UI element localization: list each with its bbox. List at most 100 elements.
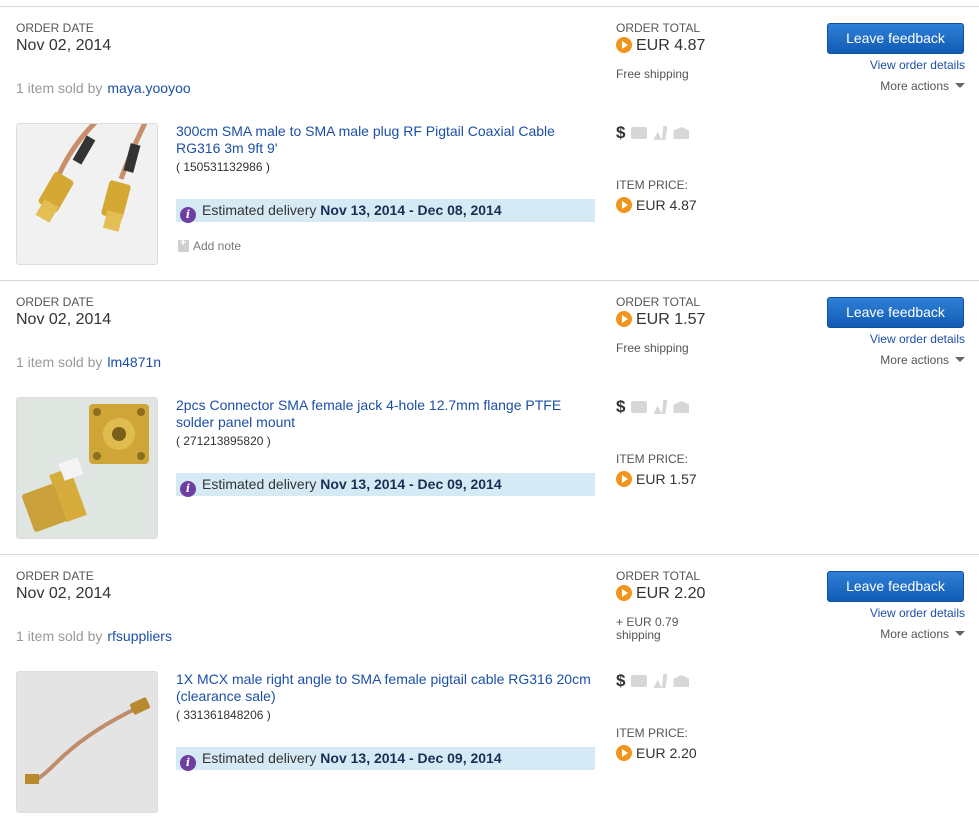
- order-card: ORDER DATE Nov 02, 2014 1 item sold by ma…: [0, 6, 979, 280]
- mcx-cable-image: [17, 672, 157, 812]
- sold-by: 1 item sold by rfsuppliers: [16, 628, 172, 644]
- view-order-details-link[interactable]: View order details: [870, 332, 965, 346]
- order-total: EUR 1.57: [616, 311, 705, 329]
- payment-icon: [631, 675, 648, 687]
- info-icon: i: [180, 755, 196, 771]
- payment-icon: [631, 401, 648, 413]
- item-price: EUR 2.20: [616, 745, 697, 761]
- order-date: Nov 02, 2014: [16, 37, 112, 54]
- feedback-icon: [673, 401, 690, 413]
- shipping-info: Free shipping: [616, 341, 689, 355]
- shipping-icon: [653, 400, 668, 414]
- coin-icon: [616, 585, 632, 601]
- order-total: EUR 2.20: [616, 585, 705, 603]
- item-number: ( 150531132986 ): [176, 160, 270, 174]
- delivery-banner: i Estimated delivery Nov 13, 2014 - Dec 0…: [176, 473, 595, 497]
- coin-icon: [616, 37, 632, 53]
- more-actions-dropdown[interactable]: More actions: [880, 353, 965, 367]
- item-title[interactable]: 300cm SMA male to SMA male plug RF Pigta…: [176, 123, 596, 157]
- dollar-icon: $: [616, 123, 626, 142]
- seller-link[interactable]: rfsuppliers: [107, 628, 172, 644]
- dollar-icon: $: [616, 671, 626, 690]
- delivery-range: Nov 13, 2014 - Dec 08, 2014: [320, 202, 502, 218]
- order-total-value: EUR 4.87: [636, 37, 706, 54]
- status-icons: $: [616, 671, 695, 691]
- add-note-link[interactable]: Add note: [178, 237, 242, 253]
- order-total-label: ORDER TOTAL: [616, 569, 701, 583]
- dollar-icon: $: [616, 397, 626, 416]
- order-total: EUR 4.87: [616, 37, 705, 55]
- sold-by: 1 item sold by maya.yooyoo: [16, 80, 191, 96]
- status-icons: $: [616, 123, 695, 143]
- coin-icon: [616, 471, 632, 487]
- delivery-label: Estimated delivery: [202, 750, 317, 766]
- shipping-icon: [653, 126, 668, 140]
- feedback-icon: [673, 127, 690, 139]
- item-price-value: EUR 1.57: [636, 471, 697, 487]
- order-total-value: EUR 1.57: [636, 311, 706, 328]
- seller-link[interactable]: maya.yooyoo: [107, 80, 190, 96]
- more-actions-label: More actions: [880, 627, 949, 641]
- leave-feedback-button[interactable]: Leave feedback: [827, 297, 964, 328]
- more-actions-dropdown[interactable]: More actions: [880, 79, 965, 93]
- item-price-value: EUR 4.87: [636, 197, 697, 213]
- sold-by-label: 1 item sold by: [16, 80, 103, 96]
- item-price: EUR 1.57: [616, 471, 697, 487]
- chevron-down-icon: [955, 357, 965, 362]
- order-total-label: ORDER TOTAL: [616, 21, 701, 35]
- delivery-range: Nov 13, 2014 - Dec 09, 2014: [320, 476, 502, 492]
- item-price-label: ITEM PRICE:: [616, 452, 689, 466]
- product-image[interactable]: [16, 671, 158, 813]
- product-image[interactable]: [16, 397, 158, 539]
- sold-by-label: 1 item sold by: [16, 628, 103, 644]
- order-date-label: ORDER DATE: [16, 21, 94, 35]
- order-card: ORDER DATE Nov 02, 2014 1 item sold by rf…: [0, 554, 979, 828]
- more-actions-dropdown[interactable]: More actions: [880, 627, 965, 641]
- item-number: ( 331361848206 ): [176, 708, 271, 722]
- order-total-label: ORDER TOTAL: [616, 295, 701, 309]
- more-actions-label: More actions: [880, 353, 949, 367]
- view-order-details-link[interactable]: View order details: [870, 58, 965, 72]
- delivery-banner: i Estimated delivery Nov 13, 2014 - Dec 0…: [176, 199, 595, 223]
- leave-feedback-button[interactable]: Leave feedback: [827, 23, 964, 54]
- order-date-label: ORDER DATE: [16, 295, 94, 309]
- order-date: Nov 02, 2014: [16, 311, 112, 328]
- sma-cable-image: [17, 124, 157, 264]
- item-title[interactable]: 1X MCX male right angle to SMA female pi…: [176, 671, 596, 705]
- order-total-value: EUR 2.20: [636, 585, 706, 602]
- item-price-label: ITEM PRICE:: [616, 178, 689, 192]
- add-note-label: Add note: [193, 239, 242, 253]
- item-price-label: ITEM PRICE:: [616, 726, 689, 740]
- info-icon: i: [180, 481, 196, 497]
- leave-feedback-button[interactable]: Leave feedback: [827, 571, 964, 602]
- info-icon: i: [180, 207, 196, 223]
- item-number: ( 271213895820 ): [176, 434, 271, 448]
- chevron-down-icon: [955, 631, 965, 636]
- seller-link[interactable]: lm4871n: [107, 354, 161, 370]
- sma-connector-image: [17, 398, 157, 538]
- item-price: EUR 4.87: [616, 197, 697, 213]
- sold-by: 1 item sold by lm4871n: [16, 354, 161, 370]
- shipping-icon: [653, 674, 668, 688]
- coin-icon: [616, 197, 632, 213]
- feedback-icon: [673, 675, 690, 687]
- delivery-label: Estimated delivery: [202, 202, 317, 218]
- item-price-value: EUR 2.20: [636, 745, 697, 761]
- status-icons: $: [616, 397, 695, 417]
- payment-icon: [631, 127, 648, 139]
- item-title[interactable]: 2pcs Connector SMA female jack 4-hole 12…: [176, 397, 596, 431]
- delivery-banner: i Estimated delivery Nov 13, 2014 - Dec 0…: [176, 747, 595, 771]
- order-date: Nov 02, 2014: [16, 585, 112, 602]
- order-date-label: ORDER DATE: [16, 569, 94, 583]
- chevron-down-icon: [955, 83, 965, 88]
- view-order-details-link[interactable]: View order details: [870, 606, 965, 620]
- sold-by-label: 1 item sold by: [16, 354, 103, 370]
- note-icon: [178, 237, 189, 252]
- product-image[interactable]: [16, 123, 158, 265]
- more-actions-label: More actions: [880, 79, 949, 93]
- coin-icon: [616, 311, 632, 327]
- delivery-label: Estimated delivery: [202, 476, 317, 492]
- coin-icon: [616, 745, 632, 761]
- order-card: ORDER DATE Nov 02, 2014 1 item sold by lm…: [0, 280, 979, 554]
- shipping-info: + EUR 0.79 shipping: [616, 615, 679, 642]
